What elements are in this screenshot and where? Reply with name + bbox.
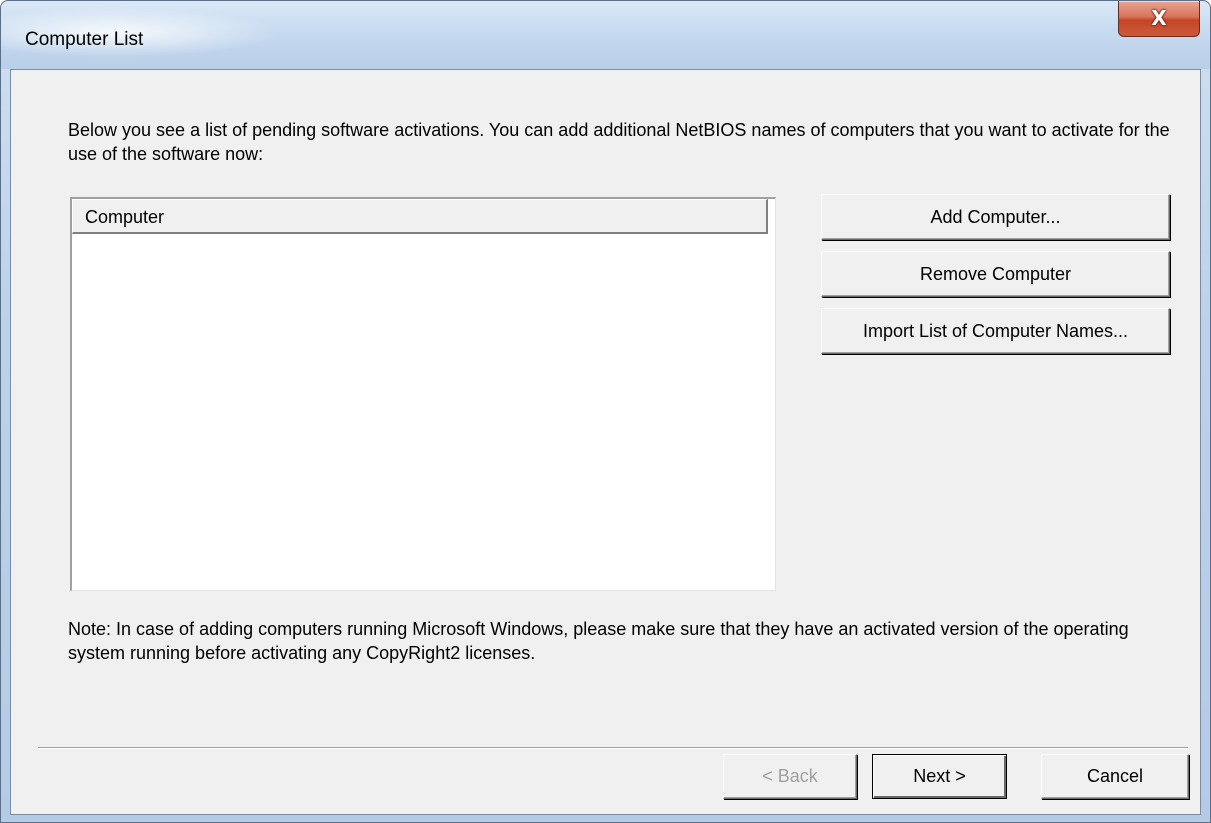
remove-computer-button[interactable]: Remove Computer: [821, 251, 1170, 297]
remove-computer-label: Remove Computer: [919, 264, 1072, 284]
title-bar[interactable]: Computer List X: [1, 1, 1210, 69]
cancel-label: Cancel: [1086, 766, 1144, 786]
next-label: Next >: [913, 766, 966, 786]
next-button[interactable]: Next >: [872, 754, 1007, 799]
back-label: < Back: [762, 766, 818, 786]
column-header-computer[interactable]: Computer: [72, 199, 768, 234]
import-list-button[interactable]: Import List of Computer Names...: [821, 308, 1170, 354]
add-computer-button[interactable]: Add Computer...: [821, 194, 1170, 240]
close-icon: X: [1151, 6, 1167, 30]
note-text: Note: In case of adding computers runnin…: [68, 619, 1129, 663]
window-title: Computer List: [25, 29, 144, 50]
description-text: Below you see a list of pending software…: [68, 120, 1170, 164]
back-button[interactable]: < Back: [723, 754, 857, 799]
cancel-button[interactable]: Cancel: [1041, 754, 1189, 799]
dialog-window: Computer List X Below you see a list of …: [0, 0, 1211, 823]
separator-line: [38, 747, 1188, 749]
computer-list[interactable]: Computer: [70, 197, 776, 591]
import-list-label: Import List of Computer Names...: [862, 321, 1129, 341]
close-button[interactable]: X: [1118, 1, 1200, 37]
dialog-body: Below you see a list of pending software…: [10, 69, 1201, 815]
add-computer-label: Add Computer...: [930, 207, 1061, 227]
column-header-label: Computer: [85, 207, 165, 227]
